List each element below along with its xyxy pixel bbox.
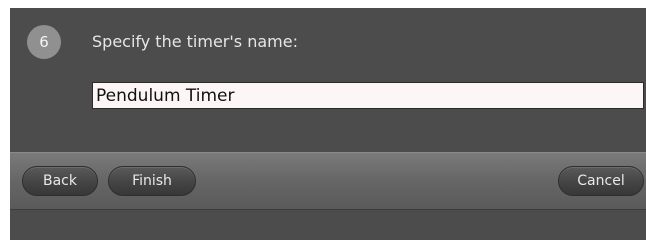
step-prompt-label: Specify the timer's name: [92,32,298,51]
back-button[interactable]: Back [22,166,98,196]
timer-name-input[interactable] [92,82,644,109]
dialog-footer-area [10,210,646,240]
button-bar: Back Finish Cancel [10,152,646,210]
finish-button[interactable]: Finish [108,166,196,196]
step-number-badge: 6 [27,25,61,59]
wizard-dialog: 6 Specify the timer's name: Back Finish … [10,8,646,240]
step-header: 6 Specify the timer's name: [10,8,646,78]
cancel-button[interactable]: Cancel [558,166,644,196]
